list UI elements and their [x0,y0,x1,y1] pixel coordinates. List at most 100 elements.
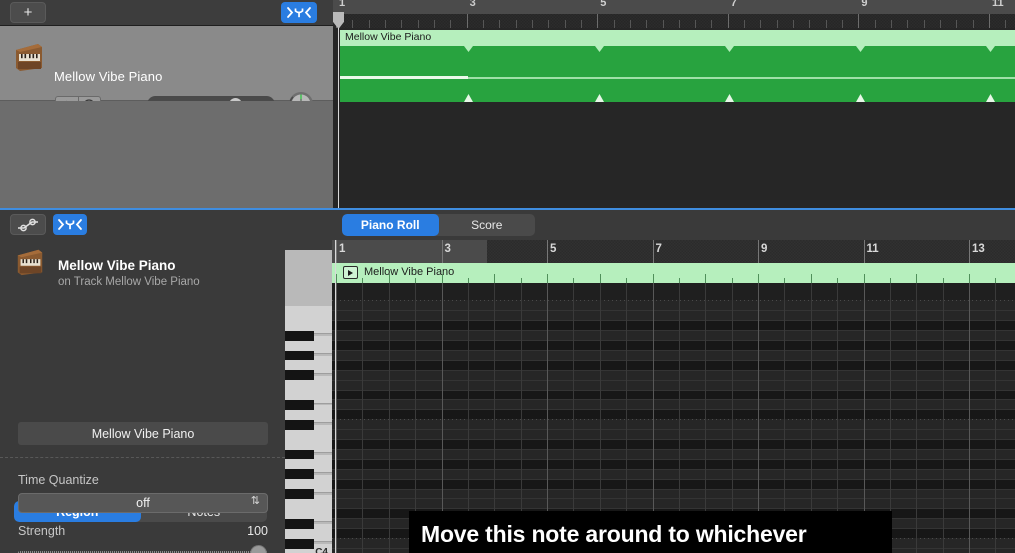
ruler-tick [874,20,876,28]
ruler-tick [972,20,974,28]
ruler-tick [678,20,680,28]
black-key[interactable] [285,469,314,480]
ruler-tick [564,20,566,28]
piano-roll-row[interactable] [332,310,1015,321]
black-key[interactable] [285,518,314,529]
row-line [332,359,1015,361]
piano-roll-row[interactable] [332,498,1015,509]
black-key[interactable] [285,330,314,341]
piano-roll-row[interactable] [332,419,1015,430]
ruler-tick [956,20,958,28]
ruler-tick [776,20,778,28]
time-quantize-popup[interactable]: off ⇅ [18,493,268,513]
tuner-icon [58,219,82,230]
strength-slider-thumb[interactable] [250,545,267,553]
ruler-bar-number: 9 [861,0,868,9]
tracks-empty-area [0,101,333,208]
tab-piano-roll[interactable]: Piano Roll [342,214,439,236]
piano-roll-row[interactable] [332,458,1015,469]
track-header[interactable]: Mellow Vibe Piano [0,26,333,116]
black-key[interactable] [285,419,314,430]
pr-bar-number: 5 [550,243,557,255]
ruler-tick [352,20,354,28]
add-track-button[interactable]: + [10,2,46,23]
row-line [332,448,1015,450]
ruler-tick [417,20,419,28]
ruler-tick [793,20,795,28]
piano-roll-row[interactable] [332,359,1015,370]
ruler-tick [842,20,844,28]
row-line [332,439,1015,441]
ruler-tick [744,20,746,28]
bar-line [336,283,337,553]
ruler-tick [384,20,386,28]
pr-bar-number: 11 [866,243,879,255]
row-line [332,369,1015,371]
pr-bar-line [652,240,654,263]
tuner-icon [287,7,311,18]
piano-roll-row[interactable] [332,349,1015,360]
piano-keyboard[interactable]: C4C3 [285,250,332,553]
strength-slider[interactable] [18,545,268,553]
editor-region-subtitle: on Track Mellow Vibe Piano [58,276,200,288]
piano-roll-row[interactable] [332,448,1015,459]
midi-region[interactable]: Mellow Vibe Piano [340,30,1015,102]
annotation-line-2: note you want to tune to [421,549,880,553]
play-region-icon[interactable] [343,266,358,279]
piano-roll-row[interactable] [332,369,1015,380]
piano-roll-row[interactable] [332,399,1015,410]
beat-line [942,283,944,553]
tuner-button[interactable] [281,2,317,23]
editor-tuner-button[interactable] [53,214,87,235]
upright-piano-icon [17,249,43,276]
arrange-ruler[interactable]: 1 3 5 7 9 11 [333,0,1015,28]
black-key[interactable] [285,400,314,410]
black-key[interactable] [285,370,314,381]
piano-roll-row[interactable] [332,320,1015,331]
piano-roll-row[interactable] [332,379,1015,390]
ruler-tick [760,20,762,28]
piano-roll-region-strip[interactable]: Mellow Vibe Piano [332,263,1015,283]
ruler-tick [531,20,533,28]
row-line [332,458,1015,460]
black-key[interactable] [285,350,314,361]
black-key[interactable] [285,449,314,460]
ruler-tick [662,20,664,28]
flex-time-button[interactable] [10,214,46,235]
ruler-tick [499,20,501,28]
piano-roll-row[interactable] [332,300,1015,311]
black-key[interactable] [285,489,314,500]
piano-roll-row[interactable] [332,409,1015,420]
pr-strip-tick [441,274,443,283]
piano-roll-row[interactable] [332,389,1015,400]
pr-bar-line [547,240,548,263]
region-name-field[interactable]: Mellow Vibe Piano [18,422,268,445]
row-line [332,478,1015,480]
black-key[interactable] [285,538,314,549]
row-line [332,340,1015,342]
piano-roll-row[interactable] [332,488,1015,499]
piano-roll-row[interactable] [332,478,1015,489]
pr-strip-tick [494,274,496,283]
row-line [332,389,1015,391]
piano-roll-row[interactable] [332,330,1015,341]
ruler-tick [646,20,648,28]
ruler-tick [825,20,827,28]
row-line [332,310,1015,312]
region-name: Mellow Vibe Piano [345,31,432,43]
pr-strip-tick [652,274,654,283]
piano-roll-row[interactable] [332,429,1015,440]
row-line [332,498,1015,500]
piano-roll-ruler[interactable]: 1 3 5 7 9 11 13 [332,240,1015,263]
piano-roll-row[interactable] [332,439,1015,449]
piano-roll-row[interactable] [332,468,1015,479]
pr-strip-tick [969,274,970,283]
track-name: Mellow Vibe Piano [54,69,163,84]
tab-score[interactable]: Score [439,214,536,236]
row-line [332,468,1015,470]
pr-bar-number: 1 [339,243,346,255]
annotation-callout: Move this note around to whichever note … [409,511,892,553]
pr-bar-line [969,240,970,263]
piano-roll-row[interactable] [332,340,1015,350]
pr-bar-line [441,240,443,263]
